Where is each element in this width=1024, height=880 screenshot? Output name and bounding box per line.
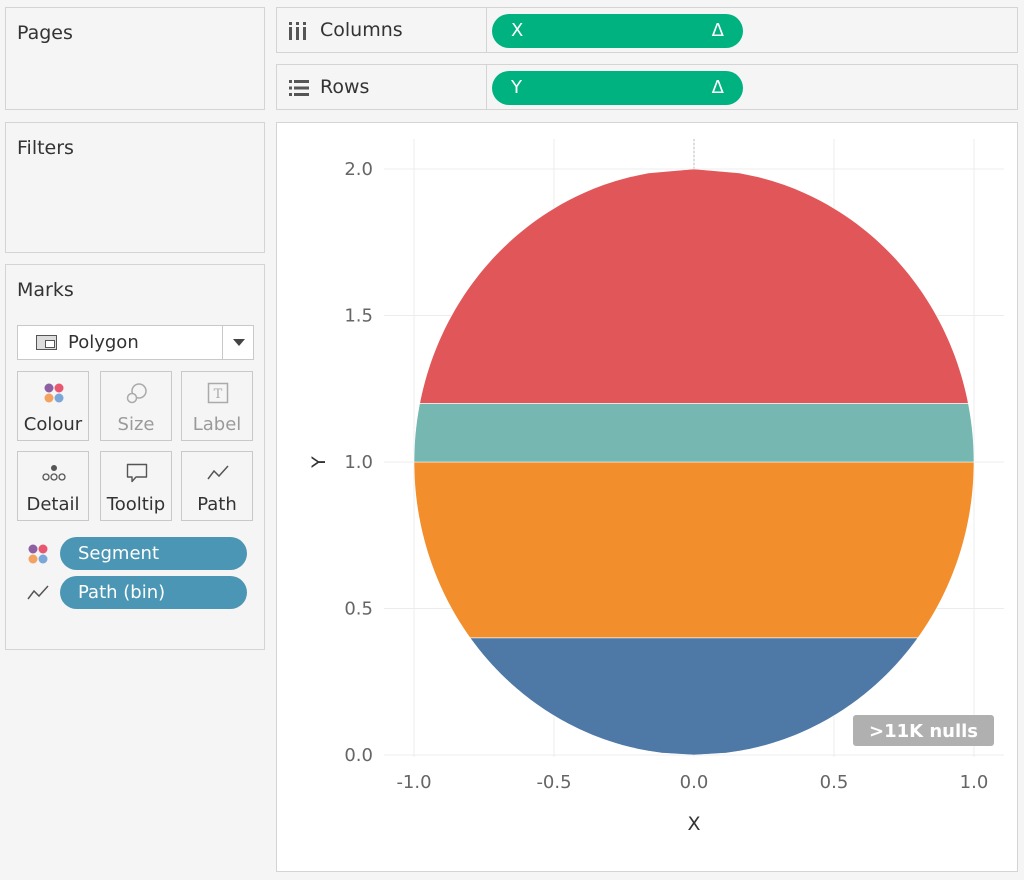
null-indicator-label: >11K nulls — [869, 721, 978, 742]
y-tick-label: 0.5 — [344, 599, 373, 620]
x-tick-label: 0.0 — [680, 772, 709, 793]
delta-icon: Δ — [711, 20, 724, 41]
colour-button[interactable]: Colour — [17, 371, 89, 441]
x-tick-label: 0.5 — [820, 772, 849, 793]
colour-dots-icon — [44, 383, 64, 403]
y-tick-label: 0.0 — [344, 745, 373, 766]
detail-button[interactable]: Detail — [17, 451, 89, 521]
segment-pill[interactable]: Segment — [60, 537, 247, 570]
rows-shelf[interactable]: Rows Y Δ — [276, 64, 1018, 110]
filters-title: Filters — [17, 137, 74, 159]
label-t-icon: T — [207, 382, 229, 404]
x-tick-label: -1.0 — [396, 772, 431, 793]
columns-icon — [289, 22, 306, 40]
y-pill[interactable]: Y Δ — [492, 71, 743, 105]
pages-title: Pages — [17, 22, 73, 44]
delta-icon: Δ — [711, 77, 724, 98]
x-pill[interactable]: X Δ — [492, 14, 743, 48]
label-label: Label — [192, 414, 242, 435]
x-tick-label: 1.0 — [960, 772, 989, 793]
x-tick-label: -0.5 — [536, 772, 571, 793]
y-tick-label: 2.0 — [344, 159, 373, 180]
marks-title: Marks — [17, 279, 74, 301]
path-line-icon — [207, 465, 229, 480]
segment-polygon-0[interactable] — [469, 637, 919, 756]
segment-polygon-3[interactable] — [419, 168, 969, 404]
chevron-down-icon[interactable] — [233, 339, 245, 346]
mark-type-label: Polygon — [68, 332, 139, 353]
tooltip-button[interactable]: Tooltip — [100, 451, 172, 521]
y-tick-label: 1.0 — [344, 452, 373, 473]
shelf-divider — [486, 8, 487, 52]
speech-bubble-icon — [126, 463, 148, 483]
x-pill-label: X — [511, 20, 524, 41]
rows-icon — [289, 80, 309, 96]
segment-polygon-1[interactable] — [413, 461, 975, 639]
y-axis-title[interactable]: Y — [308, 456, 330, 469]
path-button[interactable]: Path — [181, 451, 253, 521]
dropdown-separator — [222, 326, 223, 359]
size-circles-icon — [126, 383, 147, 404]
detail-dots-icon — [42, 465, 66, 481]
polygon-icon — [36, 335, 57, 350]
tooltip-label: Tooltip — [106, 494, 166, 515]
chart-panel[interactable]: -1.0 -0.5 0.0 0.5 1.0 0.0 0.5 1.0 1.5 2.0 X Y >11K n… — [276, 122, 1018, 872]
mark-type-dropdown[interactable]: Polygon — [17, 325, 254, 360]
rows-label: Rows — [320, 76, 370, 98]
shelf-divider — [486, 65, 487, 109]
colour-label: Colour — [23, 414, 83, 435]
columns-label: Columns — [320, 19, 403, 41]
path-label: Path — [197, 494, 237, 515]
pages-card[interactable]: Pages — [5, 7, 265, 110]
chart-canvas[interactable]: -1.0 -0.5 0.0 0.5 1.0 0.0 0.5 1.0 1.5 2.0 X Y >11K n… — [277, 123, 1017, 871]
filters-card[interactable]: Filters — [5, 122, 265, 253]
path-bin-pill[interactable]: Path (bin) — [60, 576, 247, 609]
marks-card: Marks Polygon Colour Size T Label Detail… — [5, 264, 265, 650]
columns-shelf[interactable]: Columns X Δ — [276, 7, 1018, 53]
x-axis-title[interactable]: X — [687, 813, 700, 835]
y-pill-label: Y — [511, 77, 522, 98]
label-button[interactable]: T Label — [181, 371, 253, 441]
segment-polygon-2[interactable] — [413, 403, 975, 463]
svg-text:T: T — [214, 387, 223, 402]
detail-label: Detail — [26, 494, 80, 515]
size-button[interactable]: Size — [100, 371, 172, 441]
colour-dots-icon — [28, 544, 48, 564]
y-tick-label: 1.5 — [344, 306, 373, 327]
size-label: Size — [117, 414, 155, 435]
path-line-icon — [27, 585, 49, 600]
